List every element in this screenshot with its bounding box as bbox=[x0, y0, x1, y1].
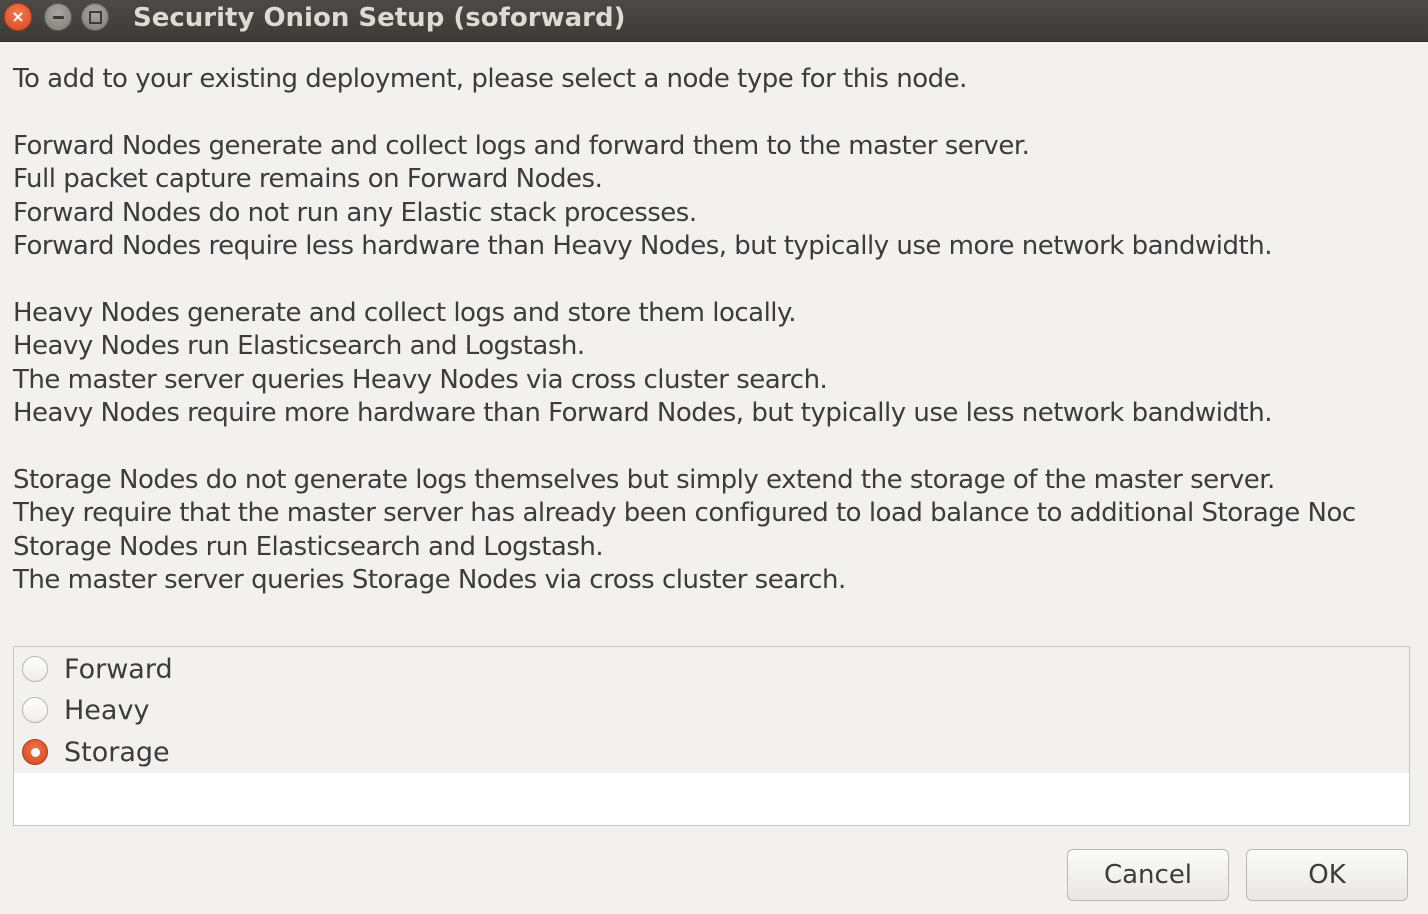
intro-paragraph: To add to your existing deployment, plea… bbox=[13, 63, 1428, 97]
heavy-nodes-paragraph: Heavy Nodes generate and collect logs an… bbox=[13, 297, 1428, 431]
text-line: To add to your existing deployment, plea… bbox=[13, 64, 967, 94]
text-line: Heavy Nodes require more hardware than F… bbox=[13, 398, 1272, 428]
ok-button[interactable]: OK bbox=[1246, 849, 1408, 901]
description-text: To add to your existing deployment, plea… bbox=[13, 63, 1428, 631]
radio-dot-icon bbox=[30, 747, 40, 757]
radio-label: Forward bbox=[64, 653, 173, 685]
forward-nodes-paragraph: Forward Nodes generate and collect logs … bbox=[13, 130, 1428, 264]
text-line: Heavy Nodes generate and collect logs an… bbox=[13, 297, 796, 328]
close-window-button[interactable]: × bbox=[4, 3, 32, 31]
node-type-radio-list: Forward Heavy Storage bbox=[13, 646, 1410, 826]
radio-option-storage[interactable]: Storage bbox=[22, 732, 170, 772]
radio-option-heavy[interactable]: Heavy bbox=[22, 690, 149, 730]
maximize-icon bbox=[88, 10, 102, 24]
text-line: The master server queries Storage Nodes … bbox=[13, 565, 846, 595]
text-line: Forward Nodes require less hardware than… bbox=[13, 231, 1272, 261]
text-line: They require that the master server has … bbox=[13, 498, 1356, 528]
radio-button-unchecked[interactable] bbox=[22, 697, 48, 723]
text-line: Heavy Nodes run Elasticsearch and Logsta… bbox=[13, 331, 585, 361]
radio-button-checked[interactable] bbox=[22, 739, 48, 765]
maximize-window-button[interactable] bbox=[81, 3, 109, 31]
radio-label: Heavy bbox=[64, 694, 150, 726]
window-title: Security Onion Setup (soforward) bbox=[133, 3, 626, 33]
minimize-window-button[interactable] bbox=[44, 3, 72, 31]
radio-option-forward[interactable]: Forward bbox=[22, 649, 173, 689]
text-line: Forward Nodes generate and collect logs … bbox=[13, 130, 1030, 161]
cancel-button[interactable]: Cancel bbox=[1067, 849, 1229, 901]
text-line: The master server queries Heavy Nodes vi… bbox=[13, 364, 828, 395]
title-bar[interactable]: × Security Onion Setup (soforward) bbox=[0, 0, 1428, 42]
text-line: Storage Nodes run Elasticsearch and Logs… bbox=[13, 531, 604, 562]
text-line: Storage Nodes do not generate logs thems… bbox=[13, 464, 1275, 495]
close-icon: × bbox=[11, 7, 25, 26]
minimize-icon bbox=[52, 15, 64, 19]
text-line: Forward Nodes do not run any Elastic sta… bbox=[13, 197, 697, 228]
text-line: Full packet capture remains on Forward N… bbox=[13, 164, 603, 194]
storage-nodes-paragraph: Storage Nodes do not generate logs thems… bbox=[13, 464, 1428, 598]
radio-button-unchecked[interactable] bbox=[22, 656, 48, 682]
setup-dialog-window: × Security Onion Setup (soforward) To ad… bbox=[0, 0, 1428, 914]
radio-label: Storage bbox=[64, 736, 170, 768]
